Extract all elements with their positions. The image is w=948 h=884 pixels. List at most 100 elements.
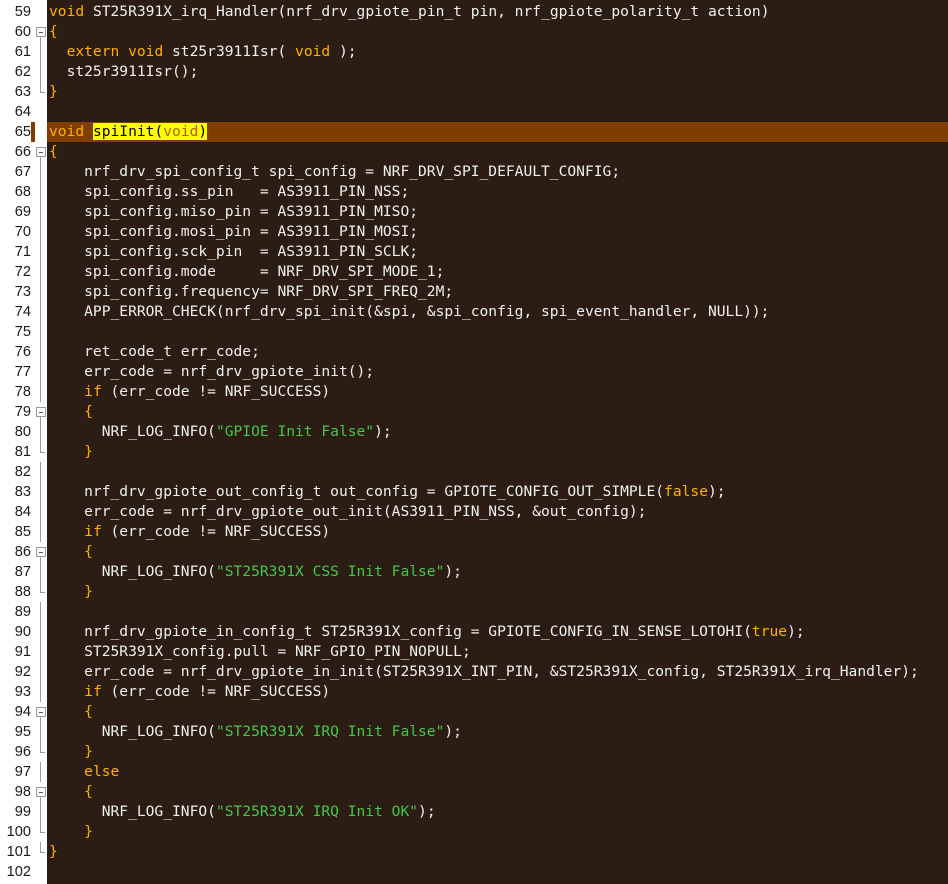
code-text[interactable]: void ST25R391X_irq_Handler(nrf_drv_gpiot…	[49, 2, 769, 22]
code-line[interactable]: 94 {	[0, 702, 948, 722]
code-line[interactable]: 101}	[0, 842, 948, 862]
line-number: 76	[0, 342, 31, 362]
code-line[interactable]: 66 {	[0, 142, 948, 162]
fold-gutter[interactable]	[35, 22, 47, 42]
code-text[interactable]: extern void st25r3911Isr( void );	[49, 42, 357, 62]
code-line-current[interactable]: 65 void spiInit(void)	[0, 122, 948, 142]
code-line[interactable]: 88 }	[0, 582, 948, 602]
code-text[interactable]: err_code = nrf_drv_gpiote_init();	[49, 362, 374, 382]
code-text[interactable]: {	[49, 702, 93, 722]
code-text[interactable]: }	[49, 742, 93, 762]
code-line[interactable]: 85 if (err_code != NRF_SUCCESS)	[0, 522, 948, 542]
fold-gutter[interactable]	[35, 402, 47, 422]
code-text[interactable]: spi_config.mosi_pin = AS3911_PIN_MOSI;	[49, 222, 418, 242]
code-lines[interactable]: 59 void ST25R391X_irq_Handler(nrf_drv_gpi…	[0, 2, 948, 882]
code-line[interactable]: 102	[0, 862, 948, 882]
code-text[interactable]: APP_ERROR_CHECK(nrf_drv_spi_init(&spi, &…	[49, 302, 769, 322]
code-line[interactable]: 68 spi_config.ss_pin = AS3911_PIN_NSS;	[0, 182, 948, 202]
code-text[interactable]: nrf_drv_spi_config_t spi_config = NRF_DR…	[49, 162, 620, 182]
code-text[interactable]: st25r3911Isr();	[49, 62, 199, 82]
code-line[interactable]: 63}	[0, 82, 948, 102]
code-line[interactable]: 78 if (err_code != NRF_SUCCESS)	[0, 382, 948, 402]
fold-gutter[interactable]	[35, 542, 47, 562]
code-line[interactable]: 92 err_code = nrf_drv_gpiote_in_init(ST2…	[0, 662, 948, 682]
code-text[interactable]: spi_config.sck_pin = AS3911_PIN_SCLK;	[49, 242, 418, 262]
code-text[interactable]: }	[49, 442, 93, 462]
code-line[interactable]: 73 spi_config.frequency= NRF_DRV_SPI_FRE…	[0, 282, 948, 302]
code-text[interactable]: {	[49, 782, 93, 802]
code-text[interactable]: spi_config.frequency= NRF_DRV_SPI_FREQ_2…	[49, 282, 453, 302]
code-line[interactable]: 84 err_code = nrf_drv_gpiote_out_init(AS…	[0, 502, 948, 522]
code-line[interactable]: 69 spi_config.miso_pin = AS3911_PIN_MISO…	[0, 202, 948, 222]
code-text[interactable]: NRF_LOG_INFO("GPIOE Init False");	[49, 422, 392, 442]
fold-collapse-icon[interactable]	[36, 147, 46, 157]
code-line[interactable]: 83 nrf_drv_gpiote_out_config_t out_confi…	[0, 482, 948, 502]
code-line[interactable]: 64	[0, 102, 948, 122]
fold-gutter[interactable]	[35, 142, 47, 162]
code-text[interactable]: spi_config.miso_pin = AS3911_PIN_MISO;	[49, 202, 418, 222]
code-line[interactable]: 97 else	[0, 762, 948, 782]
code-text[interactable]: {	[49, 22, 58, 42]
code-line[interactable]: 87 NRF_LOG_INFO("ST25R391X CSS Init Fals…	[0, 562, 948, 582]
code-line[interactable]: 95 NRF_LOG_INFO("ST25R391X IRQ Init Fals…	[0, 722, 948, 742]
code-text[interactable]: err_code = nrf_drv_gpiote_in_init(ST25R3…	[49, 662, 919, 682]
fold-collapse-icon[interactable]	[36, 407, 46, 417]
code-line[interactable]: 100 }	[0, 822, 948, 842]
code-line[interactable]: 99 NRF_LOG_INFO("ST25R391X IRQ Init OK")…	[0, 802, 948, 822]
code-text[interactable]: spi_config.ss_pin = AS3911_PIN_NSS;	[49, 182, 409, 202]
code-line[interactable]: 70 spi_config.mosi_pin = AS3911_PIN_MOSI…	[0, 222, 948, 242]
code-text[interactable]: if (err_code != NRF_SUCCESS)	[49, 382, 330, 402]
code-line[interactable]: 89	[0, 602, 948, 622]
code-line[interactable]: 71 spi_config.sck_pin = AS3911_PIN_SCLK;	[0, 242, 948, 262]
code-line[interactable]: 96 }	[0, 742, 948, 762]
code-line[interactable]: 82	[0, 462, 948, 482]
keyword-token: if	[84, 683, 102, 700]
code-text[interactable]: void spiInit(void)	[49, 122, 208, 142]
code-line[interactable]: 74 APP_ERROR_CHECK(nrf_drv_spi_init(&spi…	[0, 302, 948, 322]
code-line[interactable]: 90 nrf_drv_gpiote_in_config_t ST25R391X_…	[0, 622, 948, 642]
code-text[interactable]: spi_config.mode = NRF_DRV_SPI_MODE_1;	[49, 262, 444, 282]
code-text[interactable]: ret_code_t err_code;	[49, 342, 260, 362]
fold-collapse-icon[interactable]	[36, 707, 46, 717]
fold-collapse-icon[interactable]	[36, 787, 46, 797]
code-text[interactable]: {	[49, 542, 93, 562]
code-line[interactable]: 59 void ST25R391X_irq_Handler(nrf_drv_gpi…	[0, 2, 948, 22]
code-text[interactable]: if (err_code != NRF_SUCCESS)	[49, 682, 330, 702]
code-line[interactable]: 91 ST25R391X_config.pull = NRF_GPIO_PIN_…	[0, 642, 948, 662]
code-line[interactable]: 76 ret_code_t err_code;	[0, 342, 948, 362]
code-line[interactable]: 80 NRF_LOG_INFO("GPIOE Init False");	[0, 422, 948, 442]
code-text[interactable]: {	[49, 402, 93, 422]
code-text[interactable]: }	[49, 842, 58, 862]
fold-collapse-icon[interactable]	[36, 547, 46, 557]
code-line[interactable]: 79 {	[0, 402, 948, 422]
code-line[interactable]: 75	[0, 322, 948, 342]
code-line[interactable]: 61 extern void st25r3911Isr( void );	[0, 42, 948, 62]
fold-gutter[interactable]	[35, 702, 47, 722]
code-editor[interactable]: 59 void ST25R391X_irq_Handler(nrf_drv_gpi…	[0, 0, 948, 884]
code-line[interactable]: 67 nrf_drv_spi_config_t spi_config = NRF…	[0, 162, 948, 182]
code-text[interactable]: NRF_LOG_INFO("ST25R391X IRQ Init False")…	[49, 722, 462, 742]
code-line[interactable]: 60 {	[0, 22, 948, 42]
code-line[interactable]: 77 err_code = nrf_drv_gpiote_init();	[0, 362, 948, 382]
code-text[interactable]: err_code = nrf_drv_gpiote_out_init(AS391…	[49, 502, 646, 522]
code-text[interactable]: {	[49, 142, 58, 162]
code-text[interactable]: nrf_drv_gpiote_out_config_t out_config =…	[49, 482, 725, 502]
code-text[interactable]: }	[49, 822, 93, 842]
code-text[interactable]: }	[49, 82, 58, 102]
code-text[interactable]: NRF_LOG_INFO("ST25R391X CSS Init False")…	[49, 562, 462, 582]
code-line[interactable]: 98 {	[0, 782, 948, 802]
code-line[interactable]: 62 st25r3911Isr();	[0, 62, 948, 82]
fold-gutter[interactable]	[35, 782, 47, 802]
code-text[interactable]: NRF_LOG_INFO("ST25R391X IRQ Init OK");	[49, 802, 436, 822]
code-line[interactable]: 81 }	[0, 442, 948, 462]
code-line[interactable]: 72 spi_config.mode = NRF_DRV_SPI_MODE_1;	[0, 262, 948, 282]
code-text[interactable]: if (err_code != NRF_SUCCESS)	[49, 522, 330, 542]
code-text[interactable]: nrf_drv_gpiote_in_config_t ST25R391X_con…	[49, 622, 805, 642]
code-line[interactable]: 93 if (err_code != NRF_SUCCESS)	[0, 682, 948, 702]
fold-collapse-icon[interactable]	[36, 27, 46, 37]
code-line[interactable]: 86 {	[0, 542, 948, 562]
fold-gutter	[35, 422, 47, 442]
code-text[interactable]: ST25R391X_config.pull = NRF_GPIO_PIN_NOP…	[49, 642, 471, 662]
code-text[interactable]: }	[49, 582, 93, 602]
code-text[interactable]: else	[49, 762, 119, 782]
